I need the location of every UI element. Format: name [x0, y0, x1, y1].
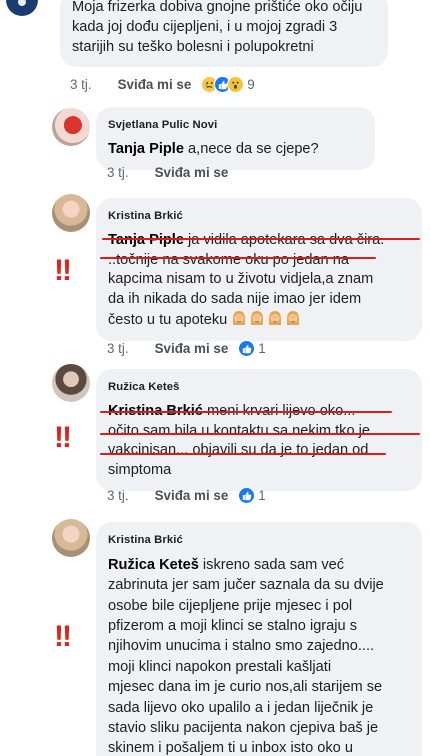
comment-author[interactable]: Ružica Keteš [108, 378, 410, 398]
comment-bubble: Svjetlana Pulic Novi Tanja Piple a,nece … [96, 107, 375, 170]
avatar[interactable] [52, 194, 90, 232]
exclamation-marks: !! [54, 421, 72, 454]
red-underline [100, 453, 386, 455]
comment-author[interactable]: Kristina Brkić [108, 531, 410, 551]
reaction-count: 1 [258, 341, 266, 356]
comment-bubble: Kristina Brkić Ružica Keteš iskreno sada… [96, 522, 422, 756]
comment-text: Ružica Keteš iskreno sada sam već zabrin… [108, 556, 384, 756]
timestamp[interactable]: 3 tj. [107, 488, 129, 503]
timestamp[interactable]: 3 tj. [107, 165, 129, 180]
exclamation-marks: !! [54, 254, 72, 287]
avatar[interactable] [52, 364, 90, 402]
wow-icon [227, 76, 245, 93]
comment-bubble: Ružica Keteš Kristina Brkić meni krvari … [96, 369, 422, 491]
comment-meta: 3 tj. Sviđa mi se 1 [107, 340, 266, 357]
comment-text: Tanja Piple ja vidila apotekara sa dva č… [108, 231, 410, 331]
emoji-row [231, 310, 303, 328]
like-icon [238, 340, 256, 357]
avatar[interactable] [52, 519, 90, 557]
red-underline [100, 257, 376, 259]
comment-text: Tanja Piple a,nece da se cjepe? [108, 140, 319, 157]
red-underline [100, 433, 420, 435]
red-underline [102, 238, 420, 240]
comment-bubble: Moja frizerka dobiva gnojne prištiće oko… [60, 0, 388, 68]
avatar[interactable] [6, 0, 38, 16]
like-button[interactable]: Sviđa mi se [155, 488, 229, 503]
facepalm-emoji-icon [287, 310, 300, 325]
comment-author[interactable]: Svjetlana Pulic Novi [108, 116, 363, 136]
comment-text: Kristina Brkić meni krvari lijevo oko...… [108, 402, 410, 481]
facepalm-emoji-icon [269, 310, 282, 325]
like-button[interactable]: Sviđa mi se [118, 77, 192, 92]
reaction-count: 9 [247, 77, 255, 92]
reaction-count: 1 [258, 488, 266, 503]
like-icon [238, 487, 256, 504]
comment-thread: Moja frizerka dobiva gnojne prištiće oko… [0, 0, 430, 756]
reactions-summary[interactable] [238, 487, 256, 504]
comment-meta: 3 tj. Sviđa mi se [107, 165, 238, 180]
timestamp[interactable]: 3 tj. [107, 341, 129, 356]
comment-meta: 3 tj. Sviđa mi se 9 [70, 76, 255, 93]
avatar[interactable] [52, 108, 90, 146]
like-button[interactable]: Sviđa mi se [155, 341, 229, 356]
reactions-summary[interactable] [201, 76, 245, 93]
facepalm-emoji-icon [251, 310, 264, 325]
tagged-user[interactable]: Tanja Piple [108, 141, 184, 157]
facepalm-emoji-icon [233, 310, 246, 325]
red-underline [100, 411, 392, 413]
comment-author[interactable]: Kristina Brkić [108, 207, 410, 227]
reactions-summary[interactable] [238, 340, 256, 357]
comment-meta: 3 tj. Sviđa mi se 1 [107, 487, 266, 504]
comment-text: Moja frizerka dobiva gnojne prištiće oko… [72, 0, 363, 55]
comment-bubble: Kristina Brkić Tanja Piple ja vidila apo… [96, 198, 422, 341]
tagged-user[interactable]: Ružica Keteš [108, 557, 199, 573]
like-button[interactable]: Sviđa mi se [155, 165, 229, 180]
timestamp[interactable]: 3 tj. [70, 77, 92, 92]
exclamation-marks: !! [54, 620, 72, 653]
